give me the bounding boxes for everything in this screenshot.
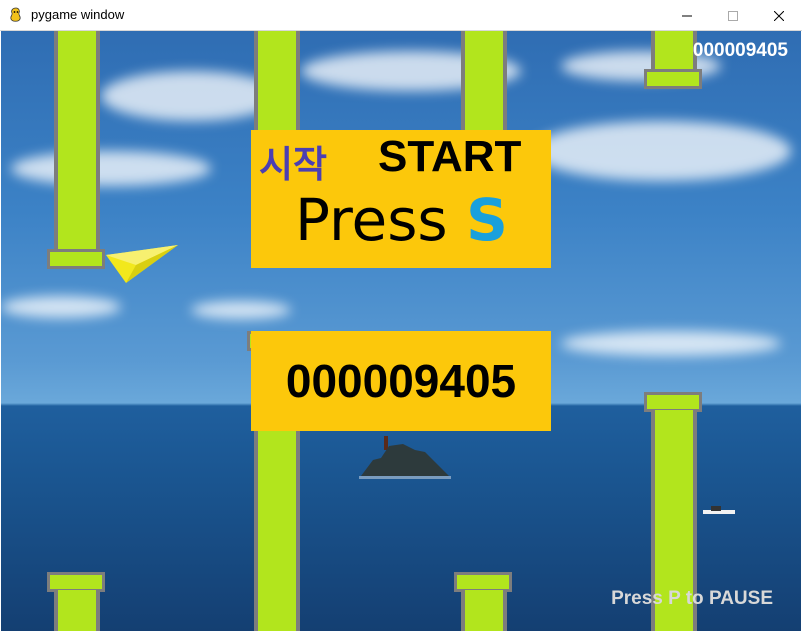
maximize-icon: [728, 10, 738, 21]
maximize-button[interactable]: [710, 0, 756, 31]
score-value: 000009405: [285, 355, 517, 407]
paper-airplane-icon: [106, 245, 178, 283]
pipe-cap: [47, 249, 105, 269]
press-prompt: Press S: [295, 186, 508, 254]
pipe-cap: [644, 392, 702, 412]
game-canvas[interactable]: 시작 START Press S 000009405 000009405 Pre…: [1, 31, 801, 631]
window-title: pygame window: [31, 7, 125, 22]
pipe-bottom: [461, 590, 507, 631]
window-titlebar[interactable]: pygame window: [0, 0, 802, 31]
minimize-icon: [682, 15, 692, 16]
pygame-snake-icon: [10, 7, 21, 22]
hud-score: 000009405: [692, 40, 788, 61]
cloud: [191, 301, 291, 319]
pipe-top: [461, 31, 507, 131]
cloud: [561, 331, 781, 356]
start-panel: 시작 START Press S: [251, 130, 551, 268]
cloud: [531, 121, 791, 181]
pipe-cap: [454, 572, 512, 592]
cloud: [1, 296, 121, 318]
cloud: [11, 151, 211, 186]
pipe-cap: [47, 572, 105, 592]
pipe-cap: [644, 69, 702, 89]
pipe-top: [54, 31, 100, 251]
close-button[interactable]: [756, 0, 802, 31]
score-panel: 000009405: [251, 331, 551, 431]
minimize-button[interactable]: [664, 0, 710, 31]
boat: [703, 506, 735, 514]
start-korean-label: 시작: [259, 143, 328, 186]
rock-island: [359, 436, 451, 479]
close-icon: [774, 10, 784, 21]
press-key: S: [466, 186, 508, 254]
press-label: Press: [295, 186, 448, 254]
pause-hint: Press P to PAUSE: [611, 588, 773, 609]
start-label: START: [378, 132, 522, 181]
pipe-bottom: [54, 590, 100, 631]
